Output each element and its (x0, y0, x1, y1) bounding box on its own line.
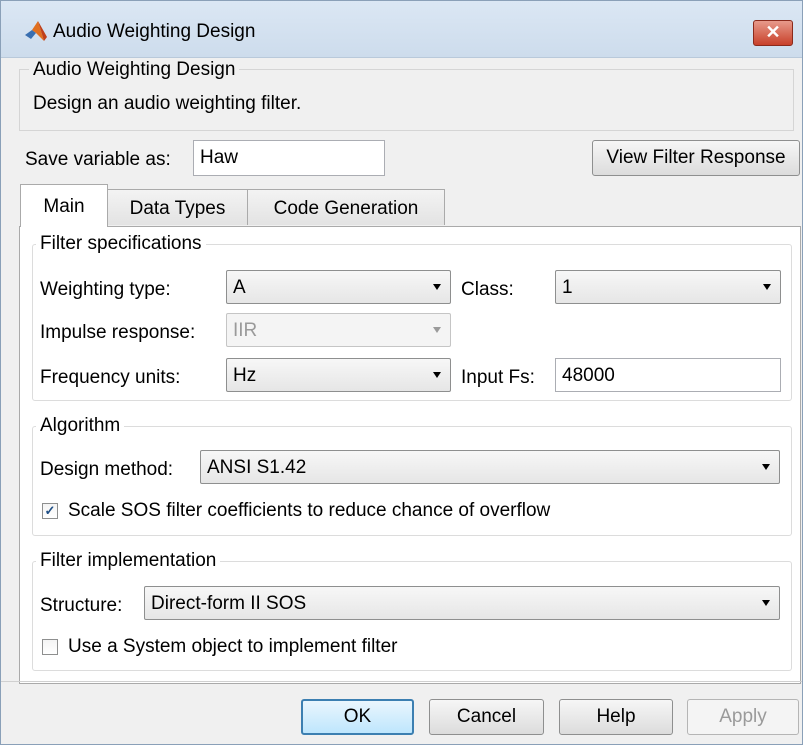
structure-value: Direct-form II SOS (151, 593, 307, 614)
structure-dropdown[interactable]: Direct-form II SOS (144, 586, 780, 620)
chevron-down-icon (433, 284, 441, 290)
chevron-down-icon (762, 464, 770, 470)
chevron-down-icon (763, 284, 771, 290)
weighting-type-value: A (233, 277, 246, 298)
save-variable-label: Save variable as: (25, 149, 171, 170)
description-group-label: Audio Weighting Design (29, 59, 240, 81)
design-method-label: Design method: (40, 459, 174, 480)
checkmark-icon: ✓ (44, 503, 56, 518)
view-filter-response-button[interactable]: View Filter Response (592, 140, 800, 176)
apply-button[interactable]: Apply (687, 699, 799, 735)
impulse-response-label: Impulse response: (40, 322, 196, 343)
class-dropdown[interactable]: 1 (555, 270, 781, 304)
save-variable-input[interactable]: Haw (193, 140, 385, 176)
system-object-checkbox[interactable] (42, 639, 58, 655)
input-fs-value: 48000 (562, 365, 615, 386)
filter-specifications-label: Filter specifications (36, 233, 206, 255)
footer-divider (1, 681, 802, 682)
chevron-down-icon (433, 327, 441, 333)
structure-label: Structure: (40, 595, 123, 616)
matlab-logo-icon (25, 21, 47, 41)
tab-main[interactable]: Main (20, 184, 108, 227)
frequency-units-label: Frequency units: (40, 367, 181, 388)
ok-button[interactable]: OK (301, 699, 414, 735)
dialog-window: Audio Weighting Design ✕ Audio Weighting… (0, 0, 803, 745)
input-fs-label: Input Fs: (461, 367, 535, 388)
scale-sos-label: Scale SOS filter coefficients to reduce … (68, 500, 551, 521)
help-button[interactable]: Help (559, 699, 673, 735)
frequency-units-value: Hz (233, 365, 257, 386)
save-variable-value: Haw (200, 147, 239, 168)
description-text: Design an audio weighting filter. (33, 93, 302, 114)
close-button[interactable]: ✕ (753, 20, 793, 46)
window-title: Audio Weighting Design (53, 21, 256, 42)
class-value: 1 (562, 277, 573, 298)
input-fs-input[interactable]: 48000 (555, 358, 781, 392)
system-object-label: Use a System object to implement filter (68, 636, 398, 657)
design-method-dropdown[interactable]: ANSI S1.42 (200, 450, 780, 484)
weighting-type-label: Weighting type: (40, 279, 171, 300)
cancel-button[interactable]: Cancel (429, 699, 544, 735)
chevron-down-icon (762, 600, 770, 606)
close-icon: ✕ (765, 22, 781, 42)
chevron-down-icon (433, 372, 441, 378)
tab-data-types[interactable]: Data Types (107, 189, 248, 225)
tab-panel-main: Filter specifications Weighting type: A … (19, 226, 801, 684)
class-label: Class: (461, 279, 514, 300)
title-bar[interactable]: Audio Weighting Design ✕ (1, 1, 802, 58)
filter-implementation-label: Filter implementation (36, 550, 221, 572)
frequency-units-dropdown[interactable]: Hz (226, 358, 451, 392)
design-method-value: ANSI S1.42 (207, 457, 307, 478)
impulse-response-value: IIR (233, 320, 258, 341)
impulse-response-dropdown: IIR (226, 313, 451, 347)
weighting-type-dropdown[interactable]: A (226, 270, 451, 304)
algorithm-label: Algorithm (36, 415, 125, 437)
scale-sos-checkbox[interactable]: ✓ (42, 503, 58, 519)
tab-code-generation[interactable]: Code Generation (247, 189, 445, 225)
